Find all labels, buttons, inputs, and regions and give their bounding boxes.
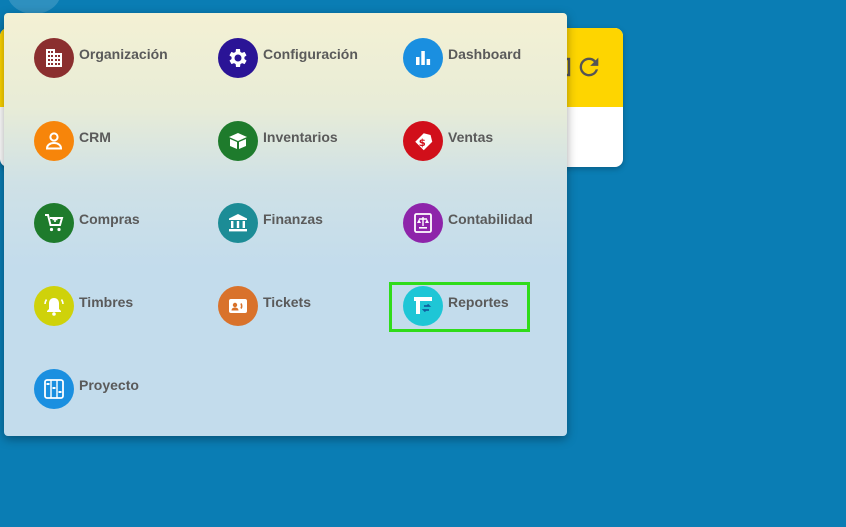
avatar[interactable] bbox=[7, 0, 61, 14]
menu-item-label: Dashboard bbox=[448, 46, 522, 62]
menu-item-ventas[interactable]: $ Ventas bbox=[403, 120, 493, 162]
menu-item-timbres[interactable]: Timbres bbox=[34, 285, 133, 327]
menu-item-proyecto[interactable]: Proyecto bbox=[34, 368, 139, 410]
page: Organización Configuración Dashboard CRM bbox=[0, 0, 846, 527]
scale-icon bbox=[403, 203, 443, 243]
menu-item-label: Finanzas bbox=[263, 211, 323, 227]
building-icon bbox=[34, 38, 74, 78]
menu-item-finanzas[interactable]: Finanzas bbox=[218, 202, 323, 244]
project-icon bbox=[34, 369, 74, 409]
menu-item-label: Configuración bbox=[263, 46, 358, 62]
menu-item-configuracion[interactable]: Configuración bbox=[218, 37, 358, 79]
gear-icon bbox=[218, 38, 258, 78]
bank-icon bbox=[218, 203, 258, 243]
bar-chart-icon bbox=[403, 38, 443, 78]
bell-icon bbox=[34, 286, 74, 326]
menu-item-label: Ventas bbox=[448, 129, 494, 145]
menu-item-label: CRM bbox=[79, 129, 111, 145]
menu-item-label: Organización bbox=[79, 46, 168, 62]
shopping-cart-icon bbox=[34, 203, 74, 243]
menu-item-label: Reportes bbox=[448, 294, 509, 310]
menu-item-label: Contabilidad bbox=[448, 211, 533, 227]
menu-item-label: Inventarios bbox=[263, 129, 338, 145]
report-icon bbox=[403, 286, 443, 326]
contact-card-icon bbox=[218, 286, 258, 326]
menu-item-compras[interactable]: Compras bbox=[34, 202, 140, 244]
menu-item-label: Timbres bbox=[79, 294, 134, 310]
box-icon bbox=[218, 121, 258, 161]
menu-item-contabilidad[interactable]: Contabilidad bbox=[403, 202, 533, 244]
menu-item-organizacion[interactable]: Organización bbox=[34, 37, 168, 79]
menu-item-tickets[interactable]: Tickets bbox=[218, 285, 311, 327]
menu-item-dashboard[interactable]: Dashboard bbox=[403, 37, 521, 79]
menu-item-label: Compras bbox=[79, 211, 140, 227]
menu-item-label: Tickets bbox=[263, 294, 311, 310]
svg-text:$: $ bbox=[419, 138, 426, 149]
user-icon bbox=[34, 121, 74, 161]
price-tag-icon: $ bbox=[403, 121, 443, 161]
menu-item-inventarios[interactable]: Inventarios bbox=[218, 120, 338, 162]
menu-item-label: Proyecto bbox=[79, 377, 139, 393]
menu-item-reportes[interactable]: Reportes bbox=[403, 285, 509, 327]
menu-item-crm[interactable]: CRM bbox=[34, 120, 111, 162]
refresh-icon[interactable] bbox=[575, 53, 603, 86]
app-menu: Organización Configuración Dashboard CRM bbox=[4, 13, 567, 436]
